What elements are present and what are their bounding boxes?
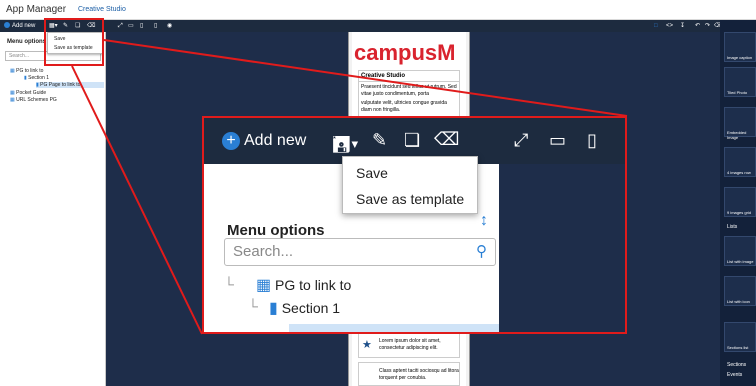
menu-options-label[interactable]: Menu options: [227, 222, 325, 239]
page-icon: ▮: [269, 300, 278, 317]
tree-item-selected[interactable]: [289, 324, 499, 332]
pencil-icon[interactable]: ✎: [372, 130, 387, 151]
copy-icon[interactable]: ❏: [404, 130, 420, 151]
grid-icon: ▦: [256, 277, 272, 294]
desktop-icon[interactable]: ▭: [549, 130, 566, 151]
tree-connector: └: [248, 298, 258, 314]
save-dropdown: Save Save as template: [342, 156, 478, 214]
search-input[interactable]: Search... ⚲: [224, 238, 496, 266]
add-new-label[interactable]: Add new: [244, 132, 306, 150]
save-menu-item[interactable]: Save: [356, 165, 388, 181]
tree-item[interactable]: ▦ PG to link to: [256, 275, 351, 295]
fullscreen-icon[interactable]: ⤢: [514, 130, 528, 151]
tree-connector: └: [224, 276, 234, 292]
zoom-callout: + Add new 🖪▾ ✎ ❏ ⌫ ⤢ ▭ ▯ Menu options ↕ …: [202, 116, 627, 334]
tablet-icon[interactable]: ▯: [587, 130, 597, 151]
tree-item-label: Section 1: [281, 300, 341, 316]
expand-icon[interactable]: ↕: [480, 212, 488, 230]
tree-item-label: PG to link to: [275, 277, 352, 293]
search-icon[interactable]: ⚲: [476, 239, 487, 265]
search-placeholder: Search...: [233, 243, 294, 260]
trash-icon[interactable]: ⌫: [434, 129, 459, 150]
tree-item[interactable]: ▮ Section 1: [269, 298, 340, 318]
zoomed-phone-area: [499, 164, 625, 332]
add-icon: +: [222, 132, 240, 150]
save-as-template-menu-item[interactable]: Save as template: [356, 191, 464, 207]
